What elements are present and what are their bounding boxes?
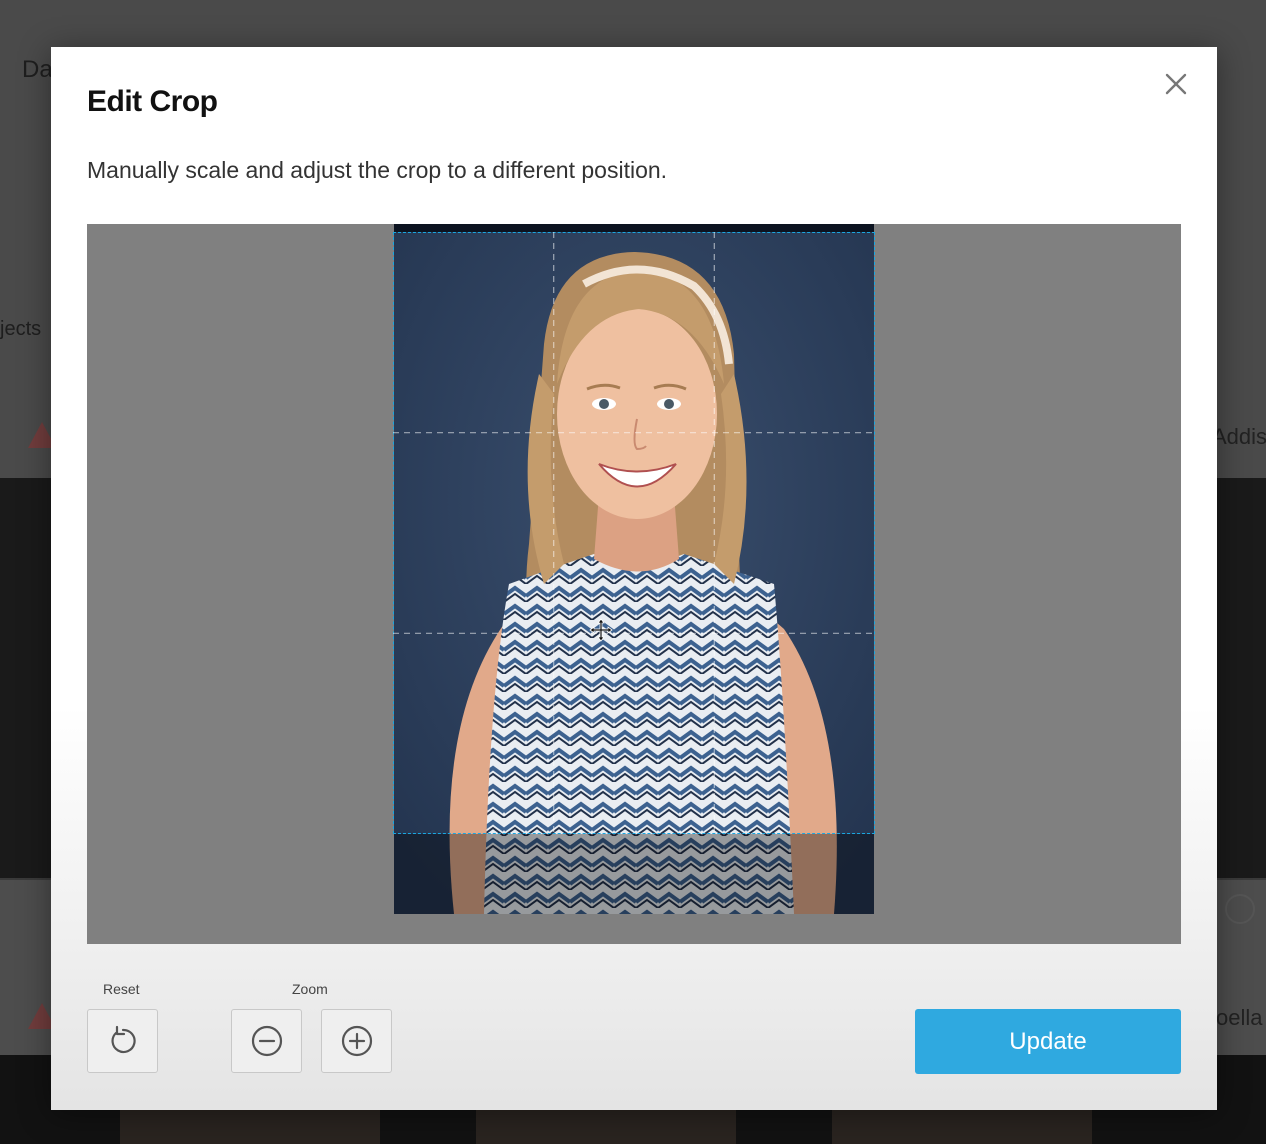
background-name-text: Addis bbox=[1212, 424, 1266, 449]
background-thumbnail bbox=[120, 1110, 380, 1144]
move-cursor-icon bbox=[589, 618, 613, 642]
background-name-text: oella bbox=[1216, 1005, 1263, 1030]
zoom-out-button[interactable] bbox=[231, 1009, 302, 1073]
modal-title: Edit Crop bbox=[87, 85, 218, 118]
zoom-label: Zoom bbox=[292, 981, 328, 997]
update-button[interactable]: Update bbox=[915, 1009, 1181, 1074]
plus-circle-icon bbox=[341, 1025, 372, 1057]
reset-button[interactable] bbox=[87, 1009, 158, 1073]
edit-crop-modal: Edit Crop Manually scale and adjust the … bbox=[51, 47, 1217, 1110]
close-icon bbox=[1165, 73, 1187, 95]
close-button[interactable] bbox=[1159, 67, 1193, 101]
background-title-text: Da bbox=[22, 56, 53, 83]
minus-circle-icon bbox=[251, 1025, 282, 1057]
background-thumbnail bbox=[832, 1110, 1092, 1144]
rotate-ccw-icon bbox=[111, 1025, 136, 1054]
crop-grid-lines bbox=[392, 231, 875, 834]
background-subjects-text: jects bbox=[0, 318, 42, 340]
crop-frame[interactable] bbox=[392, 231, 875, 834]
modal-description: Manually scale and adjust the crop to a … bbox=[87, 157, 668, 183]
zoom-in-button[interactable] bbox=[321, 1009, 392, 1073]
background-thumbnail bbox=[476, 1110, 736, 1144]
crop-canvas[interactable] bbox=[87, 224, 1181, 944]
reset-label: Reset bbox=[103, 981, 140, 997]
background-close-icon bbox=[1225, 894, 1255, 924]
